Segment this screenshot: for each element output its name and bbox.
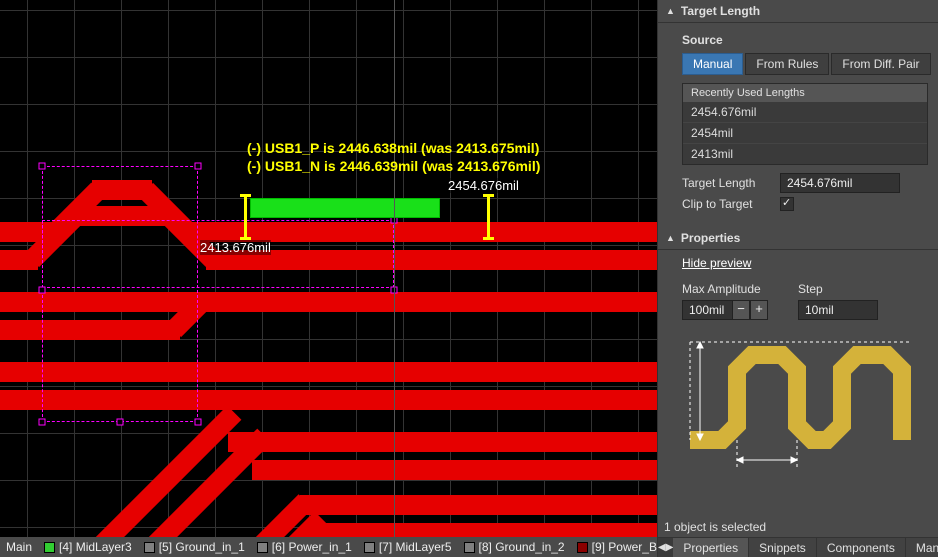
panel-tab-components[interactable]: Components <box>817 538 906 557</box>
section-title: Properties <box>681 231 740 245</box>
layer-label: [4] MidLayer3 <box>59 540 132 554</box>
selection-handle[interactable] <box>195 419 202 426</box>
max-amplitude-label: Max Amplitude <box>682 282 768 296</box>
layer-swatch <box>144 542 155 553</box>
tuning-pattern-preview <box>682 330 928 483</box>
tab-scroll-left[interactable]: ◀ <box>658 538 666 557</box>
layer-swatch <box>364 542 375 553</box>
clip-to-target-label: Clip to Target <box>682 197 772 211</box>
panel-tab-properties[interactable]: Properties <box>673 538 749 557</box>
length-marker-end[interactable] <box>487 194 490 240</box>
length-marker-start[interactable] <box>244 194 247 240</box>
selection-handle[interactable] <box>39 419 46 426</box>
net-length-annotation: (-) USB1_N is 2446.639mil (was 2413.676m… <box>247 158 540 174</box>
panel-tab-snippets[interactable]: Snippets <box>749 538 817 557</box>
panel-tab-manufacturer[interactable]: Manufacturer <box>906 538 938 557</box>
step-label: Step <box>798 282 878 296</box>
layer-tab[interactable]: [7] MidLayer5 <box>358 540 458 554</box>
recent-lengths-list: Recently Used Lengths 2454.676mil 2454mi… <box>682 83 928 165</box>
max-amplitude-input[interactable] <box>682 300 732 320</box>
trace <box>252 460 657 480</box>
collapse-icon: ▲ <box>666 233 675 243</box>
layer-tab[interactable]: [6] Power_in_1 <box>251 540 358 554</box>
recent-length-item[interactable]: 2413mil <box>683 143 927 164</box>
layer-tab[interactable]: Main <box>0 540 38 554</box>
selection-box[interactable] <box>42 166 198 422</box>
measure-label-left: 2413.676mil <box>200 240 271 255</box>
selection-handle[interactable] <box>117 419 124 426</box>
section-header-target-length[interactable]: ▲ Target Length <box>658 0 938 23</box>
properties-panel: ▲ Target Length Source Manual From Rules… <box>657 0 938 557</box>
tab-from-rules[interactable]: From Rules <box>745 53 829 75</box>
cursor-crosshair-v <box>394 0 395 537</box>
layer-tab[interactable]: [5] Ground_in_1 <box>138 540 251 554</box>
layer-label: [6] Power_in_1 <box>272 540 352 554</box>
layer-label: [9] Power_Bot <box>592 540 657 554</box>
pcb-canvas[interactable]: (-) USB1_P is 2446.638mil (was 2413.675m… <box>0 0 657 557</box>
max-amplitude-decrement[interactable]: − <box>732 300 750 320</box>
recent-length-item[interactable]: 2454mil <box>683 122 927 143</box>
layer-swatch <box>44 542 55 553</box>
layer-label: [7] MidLayer5 <box>379 540 452 554</box>
hide-preview-link[interactable]: Hide preview <box>682 256 751 270</box>
layer-tab-bar[interactable]: Main [4] MidLayer3 [5] Ground_in_1 [6] P… <box>0 537 657 557</box>
tab-from-diff-pair[interactable]: From Diff. Pair <box>831 53 930 75</box>
source-label: Source <box>682 33 928 47</box>
target-length-input[interactable] <box>780 173 900 193</box>
measure-label-right: 2454.676mil <box>448 178 519 193</box>
layer-label: Main <box>6 540 32 554</box>
trace <box>300 495 657 515</box>
recent-length-item[interactable]: 2454.676mil <box>683 102 927 122</box>
layer-swatch <box>577 542 588 553</box>
layer-tab[interactable]: [9] Power_Bot <box>571 540 657 554</box>
layer-swatch <box>257 542 268 553</box>
net-length-annotation: (-) USB1_P is 2446.638mil (was 2413.675m… <box>247 140 539 156</box>
panel-tab-bar: ◀ ▶ Properties Snippets Components Manuf… <box>658 537 938 557</box>
layer-tab[interactable]: [4] MidLayer3 <box>38 540 138 554</box>
trace <box>228 432 657 452</box>
clip-to-target-checkbox[interactable] <box>780 197 794 211</box>
layer-label: [8] Ground_in_2 <box>479 540 565 554</box>
layer-swatch <box>464 542 475 553</box>
section-header-properties[interactable]: ▲ Properties <box>658 227 938 250</box>
target-length-label: Target Length <box>682 176 772 190</box>
tab-manual[interactable]: Manual <box>682 53 743 75</box>
status-bar: 1 object is selected <box>658 517 938 537</box>
source-tabs: Manual From Rules From Diff. Pair <box>682 53 928 75</box>
selection-handle[interactable] <box>39 287 46 294</box>
layer-label: [5] Ground_in_1 <box>159 540 245 554</box>
tab-scroll-right[interactable]: ▶ <box>666 538 674 557</box>
max-amplitude-increment[interactable]: + <box>750 300 768 320</box>
selection-handle[interactable] <box>195 163 202 170</box>
collapse-icon: ▲ <box>666 6 675 16</box>
layer-tab[interactable]: [8] Ground_in_2 <box>458 540 571 554</box>
step-input[interactable] <box>798 300 878 320</box>
section-title: Target Length <box>681 4 760 18</box>
recent-lengths-header: Recently Used Lengths <box>683 84 927 102</box>
selection-handle[interactable] <box>39 163 46 170</box>
length-tuning-slider[interactable] <box>250 198 440 218</box>
